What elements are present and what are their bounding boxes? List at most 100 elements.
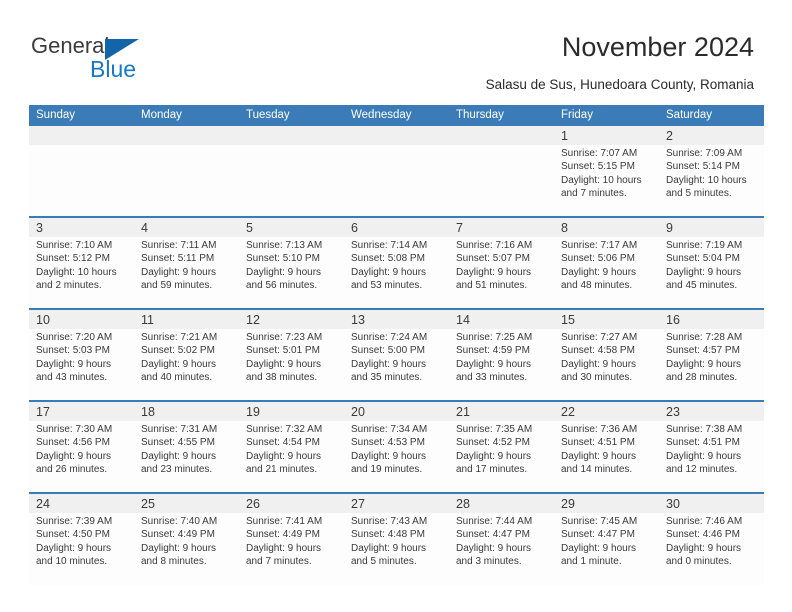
day-number[interactable]: 2: [659, 126, 764, 145]
daylight-text-line1: Daylight: 9 hours: [141, 358, 217, 370]
day-number[interactable]: 30: [659, 492, 764, 513]
day-number[interactable]: 10: [29, 308, 134, 329]
day-cell[interactable]: Sunrise: 7:31 AM Sunset: 4:55 PM Daylight:…: [134, 421, 239, 493]
day-number[interactable]: 29: [554, 492, 659, 513]
day-number[interactable]: 3: [29, 216, 134, 237]
day-cell[interactable]: Sunrise: 7:14 AM Sunset: 5:08 PM Daylight:…: [344, 237, 449, 309]
sunset-text: Sunset: 4:49 PM: [141, 529, 215, 541]
sunrise-text: Sunrise: 7:09 AM: [666, 148, 743, 159]
sunrise-text: Sunrise: 7:43 AM: [351, 516, 428, 527]
daylight-text-line2: and 53 minutes.: [351, 280, 423, 292]
sunset-text: Sunset: 5:10 PM: [246, 253, 320, 265]
sunset-text: Sunset: 4:56 PM: [36, 437, 110, 449]
sunrise-text: Sunrise: 7:34 AM: [351, 424, 428, 435]
calendar-page: General Blue November 2024 Salasu de Sus…: [0, 0, 792, 612]
sunset-text: Sunset: 5:02 PM: [141, 345, 215, 357]
daylight-text-line2: and 59 minutes.: [141, 280, 213, 292]
day-number[interactable]: 26: [239, 492, 344, 513]
sunset-text: Sunset: 5:12 PM: [36, 253, 110, 265]
day-number[interactable]: 22: [554, 400, 659, 421]
day-cell[interactable]: Sunrise: 7:09 AM Sunset: 5:14 PM Daylight:…: [659, 145, 764, 217]
day-cell[interactable]: Sunrise: 7:45 AM Sunset: 4:47 PM Daylight:…: [554, 513, 659, 585]
day-number[interactable]: 24: [29, 492, 134, 513]
day-cell[interactable]: Sunrise: 7:35 AM Sunset: 4:52 PM Daylight:…: [449, 421, 554, 493]
day-cell[interactable]: Sunrise: 7:21 AM Sunset: 5:02 PM Daylight:…: [134, 329, 239, 401]
day-cell[interactable]: Sunrise: 7:10 AM Sunset: 5:12 PM Daylight:…: [29, 237, 134, 309]
day-cell-empty: [134, 145, 239, 217]
day-cell[interactable]: Sunrise: 7:44 AM Sunset: 4:47 PM Daylight:…: [449, 513, 554, 585]
day-cell[interactable]: Sunrise: 7:41 AM Sunset: 4:49 PM Daylight:…: [239, 513, 344, 585]
day-cell[interactable]: Sunrise: 7:43 AM Sunset: 4:48 PM Daylight:…: [344, 513, 449, 585]
sunset-text: Sunset: 4:50 PM: [36, 529, 110, 541]
day-cell[interactable]: Sunrise: 7:38 AM Sunset: 4:51 PM Daylight:…: [659, 421, 764, 493]
daylight-text-line2: and 14 minutes.: [561, 464, 633, 476]
daylight-text-line1: Daylight: 9 hours: [456, 266, 532, 278]
day-cell[interactable]: Sunrise: 7:25 AM Sunset: 4:59 PM Daylight:…: [449, 329, 554, 401]
day-cell[interactable]: Sunrise: 7:28 AM Sunset: 4:57 PM Daylight:…: [659, 329, 764, 401]
day-number[interactable]: 9: [659, 216, 764, 237]
day-number[interactable]: 19: [239, 400, 344, 421]
daylight-text-line1: Daylight: 9 hours: [141, 450, 217, 462]
day-cell[interactable]: Sunrise: 7:40 AM Sunset: 4:49 PM Daylight:…: [134, 513, 239, 585]
sunrise-text: Sunrise: 7:24 AM: [351, 332, 428, 343]
day-number[interactable]: 16: [659, 308, 764, 329]
day-cell[interactable]: Sunrise: 7:34 AM Sunset: 4:53 PM Daylight:…: [344, 421, 449, 493]
day-number[interactable]: 12: [239, 308, 344, 329]
weekday-header-sunday: Sunday: [29, 105, 134, 126]
day-number-empty: [449, 126, 554, 145]
weekday-header-wednesday: Wednesday: [344, 105, 449, 126]
day-cell[interactable]: Sunrise: 7:30 AM Sunset: 4:56 PM Daylight:…: [29, 421, 134, 493]
day-cell[interactable]: Sunrise: 7:11 AM Sunset: 5:11 PM Daylight:…: [134, 237, 239, 309]
day-cell[interactable]: Sunrise: 7:13 AM Sunset: 5:10 PM Daylight:…: [239, 237, 344, 309]
day-number[interactable]: 1: [554, 126, 659, 145]
day-number[interactable]: 20: [344, 400, 449, 421]
day-number[interactable]: 28: [449, 492, 554, 513]
day-cell[interactable]: Sunrise: 7:46 AM Sunset: 4:46 PM Daylight:…: [659, 513, 764, 585]
day-number[interactable]: 21: [449, 400, 554, 421]
day-cell[interactable]: Sunrise: 7:16 AM Sunset: 5:07 PM Daylight:…: [449, 237, 554, 309]
daylight-text-line1: Daylight: 9 hours: [246, 542, 322, 554]
day-number[interactable]: 8: [554, 216, 659, 237]
day-cell[interactable]: Sunrise: 7:32 AM Sunset: 4:54 PM Daylight:…: [239, 421, 344, 493]
sunset-text: Sunset: 4:59 PM: [456, 345, 530, 357]
daylight-text-line1: Daylight: 9 hours: [351, 450, 427, 462]
day-number[interactable]: 18: [134, 400, 239, 421]
sunrise-text: Sunrise: 7:25 AM: [456, 332, 533, 343]
day-cell[interactable]: Sunrise: 7:20 AM Sunset: 5:03 PM Daylight:…: [29, 329, 134, 401]
day-number[interactable]: 17: [29, 400, 134, 421]
day-cell-empty: [449, 145, 554, 217]
day-cell[interactable]: Sunrise: 7:27 AM Sunset: 4:58 PM Daylight:…: [554, 329, 659, 401]
day-number[interactable]: 23: [659, 400, 764, 421]
general-blue-logo[interactable]: General Blue: [31, 33, 201, 85]
day-number[interactable]: 5: [239, 216, 344, 237]
sunrise-text: Sunrise: 7:17 AM: [561, 240, 638, 251]
sunset-text: Sunset: 4:53 PM: [351, 437, 425, 449]
day-cell[interactable]: Sunrise: 7:17 AM Sunset: 5:06 PM Daylight:…: [554, 237, 659, 309]
day-cell[interactable]: Sunrise: 7:07 AM Sunset: 5:15 PM Daylight:…: [554, 145, 659, 217]
day-cell[interactable]: Sunrise: 7:39 AM Sunset: 4:50 PM Daylight:…: [29, 513, 134, 585]
day-number[interactable]: 6: [344, 216, 449, 237]
daylight-text-line1: Daylight: 9 hours: [246, 358, 322, 370]
daylight-text-line2: and 51 minutes.: [456, 280, 528, 292]
day-number[interactable]: 25: [134, 492, 239, 513]
daylight-text-line2: and 7 minutes.: [561, 188, 627, 200]
day-number[interactable]: 14: [449, 308, 554, 329]
calendar-table: Sunday Monday Tuesday Wednesday Thursday…: [29, 105, 764, 585]
day-number[interactable]: 13: [344, 308, 449, 329]
daylight-text-line2: and 40 minutes.: [141, 372, 213, 384]
sunset-text: Sunset: 5:14 PM: [666, 161, 740, 173]
day-number[interactable]: 4: [134, 216, 239, 237]
day-cell[interactable]: Sunrise: 7:24 AM Sunset: 5:00 PM Daylight:…: [344, 329, 449, 401]
day-number[interactable]: 27: [344, 492, 449, 513]
sunset-text: Sunset: 4:46 PM: [666, 529, 740, 541]
day-cell[interactable]: Sunrise: 7:19 AM Sunset: 5:04 PM Daylight:…: [659, 237, 764, 309]
daylight-text-line2: and 56 minutes.: [246, 280, 318, 292]
daylight-text-line1: Daylight: 9 hours: [666, 542, 742, 554]
day-number[interactable]: 7: [449, 216, 554, 237]
day-cell[interactable]: Sunrise: 7:23 AM Sunset: 5:01 PM Daylight:…: [239, 329, 344, 401]
daylight-text-line1: Daylight: 9 hours: [456, 542, 532, 554]
day-number[interactable]: 15: [554, 308, 659, 329]
day-number[interactable]: 11: [134, 308, 239, 329]
day-cell[interactable]: Sunrise: 7:36 AM Sunset: 4:51 PM Daylight:…: [554, 421, 659, 493]
sunrise-text: Sunrise: 7:30 AM: [36, 424, 113, 435]
